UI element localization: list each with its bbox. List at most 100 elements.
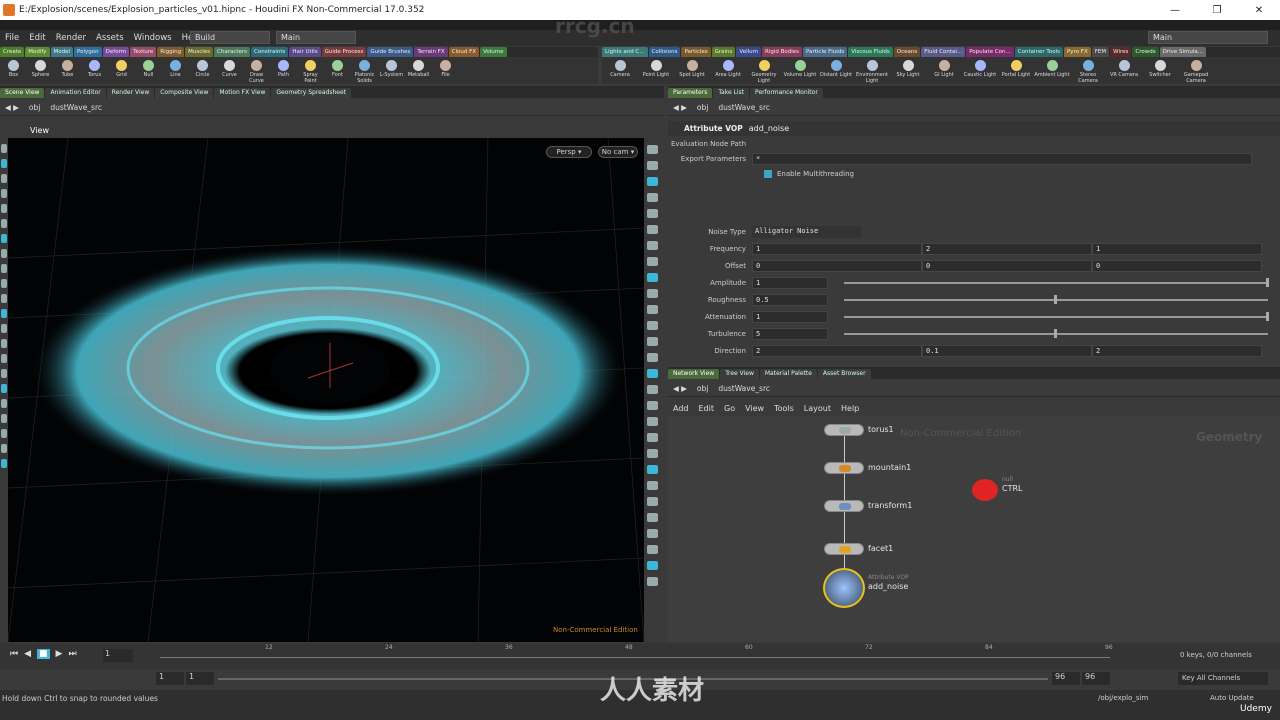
shelf-tool[interactable]: Box [0,57,27,84]
scene-viewport[interactable]: Persp ▾ No cam ▾ Non-Commercial Edition [8,138,644,642]
display-option-icon[interactable] [646,529,658,538]
network-menu-item[interactable]: Add [668,404,694,413]
shelf-tab[interactable]: Rigging [157,47,185,57]
display-option-icon[interactable] [646,433,658,442]
viewport-tool-icon[interactable] [1,414,7,423]
node-name-field[interactable]: add_noise [749,124,789,133]
desktop-select-main[interactable]: Main [276,31,356,44]
viewport-tool-icon[interactable] [1,204,7,213]
persp-menu[interactable]: Persp ▾ [546,146,592,158]
node-transform1[interactable] [824,500,864,512]
step-back-button[interactable]: ◀ [24,649,31,659]
node-add-noise[interactable] [823,568,865,608]
pane-tab[interactable]: Take List [713,88,750,98]
display-option-icon[interactable] [646,289,658,298]
viewport-tool-icon[interactable] [1,339,7,348]
desktop-select-build[interactable]: Build [190,31,270,44]
shelf-tool[interactable]: Ambient Light [1034,57,1070,84]
viewport-tool-icon[interactable] [1,189,7,198]
pane-tab[interactable]: Scene View [0,88,45,98]
display-option-icon[interactable] [646,417,658,426]
shelf-tab[interactable]: FEM [1091,47,1110,57]
shelf-tab[interactable]: Pyro FX [1063,47,1091,57]
shelf-tab[interactable]: Polygon [74,47,102,57]
shelf-tool[interactable]: Sphere [27,57,54,84]
shelf-tool[interactable]: Grid [108,57,135,84]
network-menu-item[interactable]: Tools [769,404,799,413]
shelf-tab[interactable]: Hair Utils [289,47,321,57]
shelf-tab[interactable]: Muscles [185,47,213,57]
node-facet1[interactable] [824,543,864,555]
shelf-tab[interactable]: Model [50,47,74,57]
viewport-tool-icon[interactable] [1,429,7,438]
shelf-tab[interactable]: Particle Fluids [803,47,848,57]
param-field[interactable]: 0.5 [752,294,828,306]
minimize-button[interactable]: — [1154,5,1196,16]
shelf-tool[interactable]: VR Camera [1106,57,1142,84]
viewport-tool-icon[interactable] [1,384,7,393]
display-option-icon[interactable] [646,385,658,394]
shelf-tool[interactable]: Path [270,57,297,84]
param-field[interactable]: 2 [1092,345,1262,357]
shelf-tab[interactable]: Create [0,47,25,57]
auto-update-menu[interactable]: Auto Update [1210,694,1254,702]
param-slider[interactable] [844,316,1268,318]
shelf-tool[interactable]: Null [135,57,162,84]
node-torus1[interactable] [824,424,864,436]
display-option-icon[interactable] [646,353,658,362]
shelf-tool[interactable]: Spray Paint [297,57,324,84]
pane-tab[interactable]: Network View [668,369,720,379]
viewport-tool-icon[interactable] [1,279,7,288]
viewport-tool-icon[interactable] [1,444,7,453]
node-mountain1[interactable] [824,462,864,474]
shelf-tool[interactable]: File [432,57,459,84]
shelf-tool[interactable]: Metaball [405,57,432,84]
param-field[interactable]: 1 [1092,243,1262,255]
shelf-tool[interactable]: Stereo Camera [1070,57,1106,84]
shelf-tab[interactable]: Modify [25,47,50,57]
shelf-tab[interactable]: Grains [711,47,736,57]
shelf-tab[interactable]: Crowds [1132,47,1159,57]
param-slider[interactable] [844,282,1268,284]
shelf-tool[interactable]: Gamepad Camera [1178,57,1214,84]
network-menu-item[interactable]: Go [719,404,740,413]
current-frame-field[interactable]: 1 [103,649,133,662]
camera-menu[interactable]: No cam ▾ [598,146,638,158]
shelf-tool[interactable]: Sky Light [890,57,926,84]
path-node[interactable]: dustWave_src [713,103,775,112]
shelf-tab[interactable]: Guide Process [321,47,367,57]
param-field[interactable]: 0.1 [922,345,1092,357]
shelf-tool[interactable]: GI Light [926,57,962,84]
display-option-icon[interactable] [646,209,658,218]
jump-end-button[interactable]: ⏭ [68,649,76,659]
param-field[interactable]: 0 [1092,260,1262,272]
menu-render[interactable]: Render [51,33,91,43]
timeline-track[interactable] [160,657,1110,658]
shelf-tool[interactable]: Platonic Solids [351,57,378,84]
end-frame-field-2[interactable]: 96 [1082,672,1110,685]
display-option-icon[interactable] [646,145,658,154]
viewport-tool-icon[interactable] [1,369,7,378]
shelf-tool[interactable]: Portal Light [998,57,1034,84]
shelf-tab[interactable]: Collisions [648,47,681,57]
back-arrow-icon[interactable]: ◀ ▶ [668,384,692,393]
pane-tab[interactable]: Asset Browser [817,369,871,379]
back-arrow-icon[interactable]: ◀ ▶ [0,103,24,112]
shelf-tool[interactable]: Spot Light [674,57,710,84]
close-button[interactable]: ✕ [1238,5,1280,16]
display-option-icon[interactable] [646,161,658,170]
display-option-icon[interactable] [646,465,658,474]
shelf-tool[interactable]: Area Light [710,57,746,84]
param-field[interactable]: 0 [922,260,1092,272]
display-option-icon[interactable] [646,577,658,586]
param-slider-knob[interactable] [1266,278,1269,287]
shelf-tool[interactable]: Volume Light [782,57,818,84]
param-slider-knob[interactable] [1054,295,1057,304]
shelf-tab[interactable]: Populate Con... [966,47,1014,57]
menu-windows[interactable]: Windows [129,33,177,43]
display-option-icon[interactable] [646,241,658,250]
stop-button[interactable]: ■ [37,649,50,659]
viewport-tool-icon[interactable] [1,399,7,408]
shelf-tab[interactable]: Terrain FX [414,47,448,57]
shelf-tab[interactable]: Guide Brushes [367,47,414,57]
